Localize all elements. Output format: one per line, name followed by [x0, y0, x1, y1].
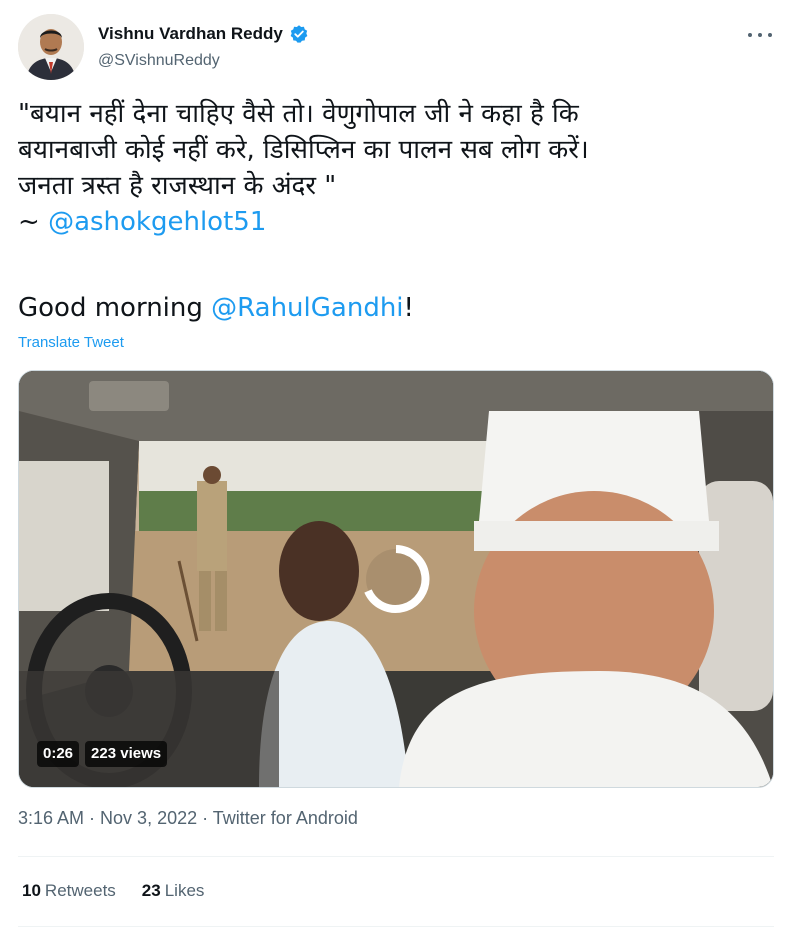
- tweet-meta: 3:16 AM · Nov 3, 2022 · Twitter for Andr…: [18, 808, 358, 829]
- tweet-source[interactable]: Twitter for Android: [213, 808, 358, 828]
- avatar[interactable]: [18, 14, 84, 80]
- mention-ashokgehlot51[interactable]: @ashokgehlot51: [48, 207, 266, 237]
- video-views: 223 views: [85, 741, 168, 767]
- retweets-label: Retweets: [44, 881, 116, 900]
- tweet-text: "बयान नहीं देना चाहिए वैसे तो। वेणुगोपाल…: [18, 96, 778, 240]
- retweets-stat[interactable]: 10 Retweets: [22, 881, 116, 901]
- greeting-line: Good morning @RahulGandhi!: [18, 290, 414, 326]
- likes-label: Likes: [164, 881, 205, 900]
- likes-count: 23: [141, 881, 161, 900]
- tweet-stats: 10 Retweets 23 Likes: [22, 881, 204, 901]
- tweet-time[interactable]: 3:16 AM: [18, 808, 84, 828]
- retweets-count: 10: [22, 881, 41, 900]
- tilde-prefix: ~: [18, 207, 49, 237]
- likes-stat[interactable]: 23 Likes: [142, 881, 205, 901]
- more-horizontal-icon[interactable]: [748, 28, 772, 42]
- author-name-row[interactable]: Vishnu Vardhan Reddy: [98, 24, 309, 44]
- mention-rahulgandhi[interactable]: @RahulGandhi: [211, 293, 403, 323]
- video-duration: 0:26: [37, 741, 80, 767]
- tweet-line-4: ~ @ashokgehlot51: [18, 204, 778, 240]
- tweet-date[interactable]: Nov 3, 2022: [100, 808, 197, 828]
- verified-badge-icon: [290, 25, 308, 43]
- divider: [18, 926, 774, 927]
- video-info-badges: 0:26 223 views: [37, 741, 168, 767]
- translate-tweet-link[interactable]: Translate Tweet: [18, 334, 124, 351]
- meta-separator: ·: [197, 808, 213, 828]
- greeting-text: Good morning: [18, 293, 212, 323]
- meta-separator: ·: [84, 808, 101, 828]
- author-name[interactable]: Vishnu Vardhan Reddy: [98, 24, 283, 44]
- tweet-line-2: बयानबाजी कोई नहीं करे, डिसिप्लिन का पालन…: [18, 135, 589, 165]
- tweet-header: Vishnu Vardhan Reddy @SVishnuReddy: [18, 14, 774, 84]
- tweet-line-1: "बयान नहीं देना चाहिए वैसे तो। वेणुगोपाल…: [18, 99, 579, 129]
- greeting-suffix: !: [403, 293, 414, 323]
- video-player[interactable]: 0:26 223 views: [18, 370, 774, 788]
- author-handle[interactable]: @SVishnuReddy: [98, 52, 220, 70]
- loading-spinner-icon: [364, 545, 430, 613]
- tweet-line-3: जनता त्रस्त है राजस्थान के अंदर ": [18, 171, 337, 201]
- divider: [18, 856, 774, 857]
